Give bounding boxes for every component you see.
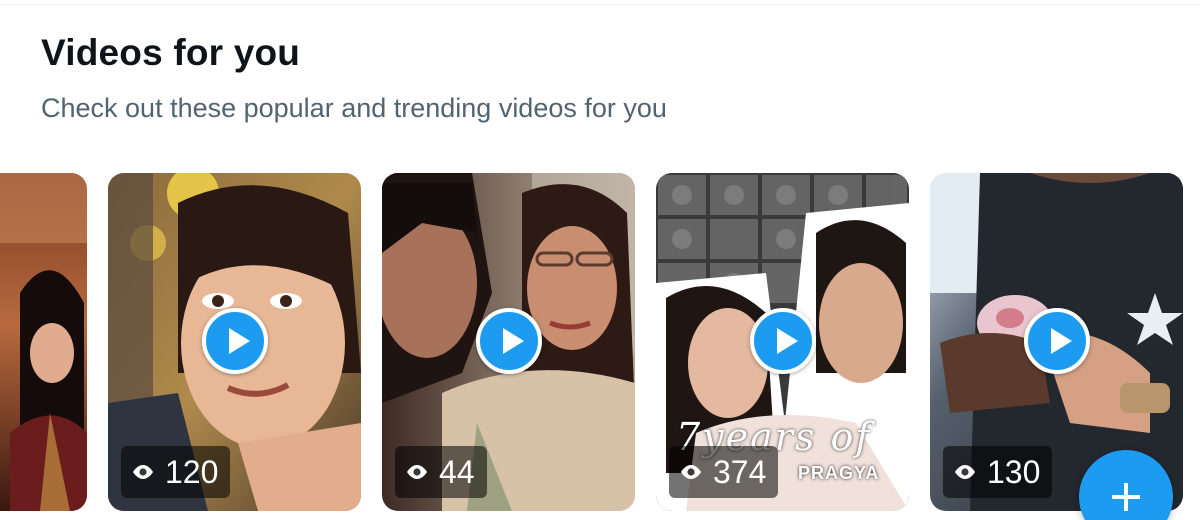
view-count-badge: 44 bbox=[395, 446, 487, 498]
top-divider bbox=[0, 4, 1200, 5]
view-count: 120 bbox=[165, 454, 219, 490]
view-count-badge: 130 bbox=[943, 446, 1053, 498]
video-card[interactable]: 7years of PRAGYA 374 bbox=[656, 173, 909, 511]
thumbnail-overlay-subtitle: PRAGYA bbox=[798, 463, 880, 483]
section-subtitle: Check out these popular and trending vid… bbox=[41, 93, 667, 123]
play-icon[interactable] bbox=[201, 308, 268, 374]
view-count: 374 bbox=[713, 454, 767, 490]
play-icon[interactable] bbox=[749, 308, 816, 374]
plus-icon bbox=[1112, 483, 1140, 511]
view-count: 44 bbox=[439, 454, 475, 490]
view-count: 130 bbox=[987, 454, 1041, 490]
play-icon[interactable] bbox=[1023, 308, 1090, 374]
section-title: Videos for you bbox=[41, 32, 301, 73]
eye-icon bbox=[133, 465, 153, 479]
video-card[interactable] bbox=[0, 173, 87, 511]
video-card[interactable]: 44 bbox=[382, 173, 635, 511]
video-thumbnail bbox=[0, 173, 87, 511]
play-icon[interactable] bbox=[475, 308, 542, 374]
eye-icon bbox=[955, 465, 975, 479]
video-card[interactable]: 120 bbox=[108, 173, 361, 511]
view-count-badge: 374 bbox=[669, 446, 779, 498]
view-count-badge: 120 bbox=[121, 446, 231, 498]
eye-icon bbox=[681, 465, 701, 479]
videos-for-you-page: Videos for you Check out these popular a… bbox=[0, 0, 1200, 520]
eye-icon bbox=[407, 465, 427, 479]
